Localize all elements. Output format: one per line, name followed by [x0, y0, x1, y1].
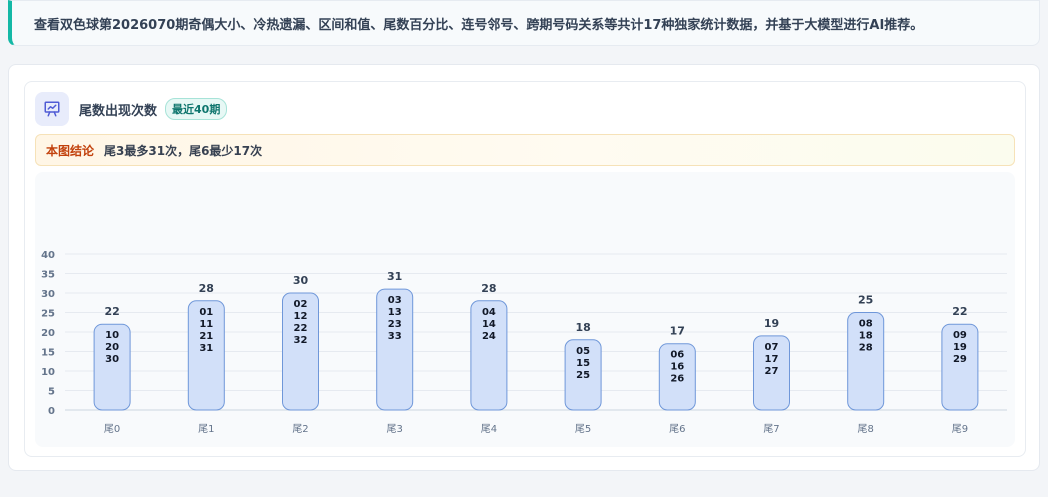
- bar-value-label: 30: [293, 274, 309, 287]
- x-tick-label: 尾6: [669, 423, 685, 435]
- conclusion-text: 尾3最多31次，尾6最少17次: [104, 143, 263, 158]
- y-tick-label: 35: [41, 270, 55, 281]
- y-tick-label: 0: [48, 406, 55, 417]
- bar-number-label: 01: [199, 307, 213, 318]
- bar-value-label: 17: [670, 325, 685, 338]
- tail-number-card: 尾数出现次数 最近40期 本图结论 尾3最多31次，尾6最少17次 0 5 10 15…: [24, 81, 1026, 457]
- conclusion-banner: 本图结论 尾3最多31次，尾6最少17次: [35, 134, 1015, 166]
- bar-number-label: 03: [388, 295, 402, 306]
- card-title: 尾数出现次数: [79, 103, 158, 119]
- y-tick-label: 30: [41, 289, 55, 300]
- bar-value-label: 22: [952, 305, 967, 318]
- period-badge: 最近40期: [165, 98, 228, 120]
- chart-area: 0 5 10 15 20 25 30 35 40 22 10 20 30 尾0 28 01 11 21 31 尾1 30…: [35, 172, 1015, 447]
- bar-value-label: 22: [104, 305, 119, 318]
- x-tick-label: 尾4: [481, 423, 497, 435]
- bar-number-label: 20: [105, 342, 119, 353]
- y-tick-label: 20: [41, 328, 55, 339]
- bar-number-label: 29: [953, 354, 967, 365]
- bar-number-label: 09: [953, 330, 967, 341]
- bar-number-label: 14: [482, 319, 496, 330]
- bar-number-label: 08: [859, 319, 873, 330]
- bar-number-label: 32: [294, 335, 308, 346]
- notice-text: 查看双色球第2026070期奇偶大小、冷热遗漏、区间和值、尾数百分比、连号邻号、…: [34, 17, 924, 33]
- bar-number-label: 31: [199, 343, 213, 354]
- y-tick-label: 10: [41, 367, 55, 378]
- bar-number-label: 21: [199, 331, 213, 342]
- presentation-chart-icon: [35, 92, 69, 126]
- bar-number-label: 16: [670, 362, 684, 373]
- bar-number-label: 33: [388, 331, 402, 342]
- bar-number-label: 26: [670, 374, 684, 385]
- info-notice: 查看双色球第2026070期奇偶大小、冷热遗漏、区间和值、尾数百分比、连号邻号、…: [8, 0, 1040, 46]
- bar-number-label: 02: [294, 299, 308, 310]
- x-tick-label: 尾8: [858, 423, 874, 435]
- bar-number-label: 27: [765, 366, 779, 377]
- x-tick-label: 尾5: [575, 423, 591, 435]
- bar-number-label: 12: [294, 311, 308, 322]
- x-tick-label: 尾7: [763, 423, 779, 435]
- x-tick-label: 尾1: [198, 423, 214, 435]
- x-tick-label: 尾3: [387, 423, 403, 435]
- x-tick-label: 尾9: [952, 423, 968, 435]
- bar-number-label: 11: [199, 319, 213, 330]
- bar-number-label: 25: [576, 370, 590, 381]
- bar-number-label: 23: [388, 319, 402, 330]
- tail-count-bar-chart: 051015202530354022102030尾02801112131尾130…: [41, 250, 1007, 435]
- bar-number-label: 28: [859, 343, 873, 354]
- bar-number-label: 10: [105, 330, 119, 341]
- bar-number-label: 24: [482, 331, 496, 342]
- bar-number-label: 17: [765, 354, 779, 365]
- bar-number-label: 15: [576, 358, 590, 369]
- main-panel: 尾数出现次数 最近40期 本图结论 尾3最多31次，尾6最少17次 0 5 10 15…: [8, 64, 1040, 471]
- bar-value-label: 18: [575, 321, 590, 334]
- y-tick-label: 25: [41, 309, 55, 320]
- card-header: 尾数出现次数 最近40期: [35, 92, 228, 126]
- y-tick-label: 15: [41, 348, 55, 359]
- bar-value-label: 28: [481, 282, 496, 295]
- y-tick-label: 5: [48, 387, 55, 398]
- x-tick-label: 尾0: [104, 423, 120, 435]
- bar-number-label: 07: [765, 342, 779, 353]
- conclusion-tag: 本图结论: [46, 143, 95, 158]
- bar-number-label: 06: [670, 350, 684, 361]
- bar-value-label: 28: [199, 282, 214, 295]
- bar-number-label: 05: [576, 346, 590, 357]
- bar-number-label: 04: [482, 307, 496, 318]
- bar-number-label: 22: [294, 323, 308, 334]
- bar-value-label: 19: [764, 317, 779, 330]
- bar-value-label: 31: [387, 270, 402, 283]
- bar-number-label: 13: [388, 307, 402, 318]
- bar-value-label: 25: [858, 294, 873, 307]
- y-tick-label: 40: [41, 250, 55, 261]
- x-tick-label: 尾2: [292, 423, 308, 435]
- bar-number-label: 18: [859, 331, 873, 342]
- bar-number-label: 30: [105, 354, 119, 365]
- bar-number-label: 19: [953, 342, 967, 353]
